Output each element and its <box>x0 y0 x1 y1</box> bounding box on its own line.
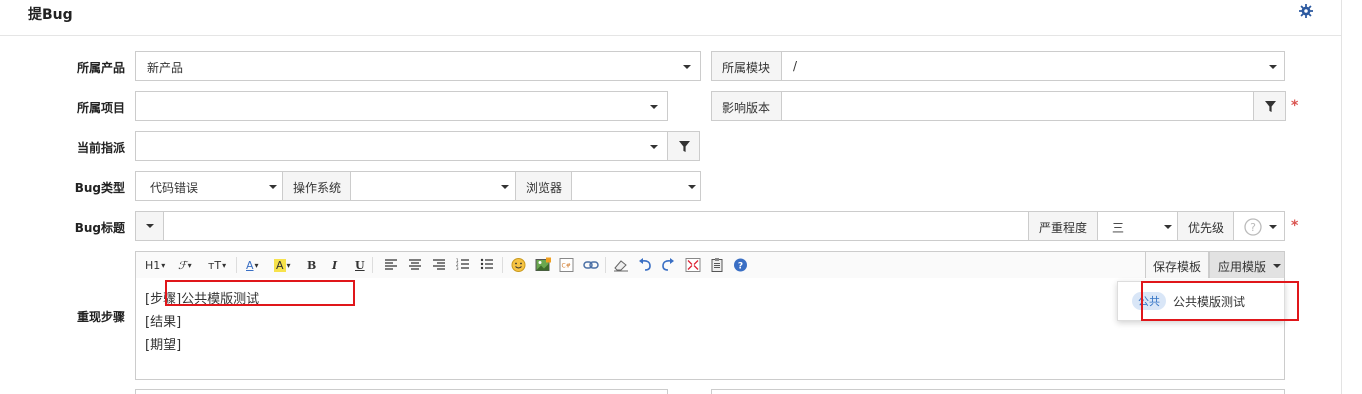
image-icon[interactable] <box>535 256 551 274</box>
severity-value: 三 <box>1112 221 1125 235</box>
editor-toolbar: H1 ▾ ℱ ▾ тT ▾ A ▾ A ▾ B I U 123 C# ? <box>135 251 1285 279</box>
bugtitle-input[interactable] <box>163 211 1029 241</box>
divider <box>236 257 237 273</box>
font-color-button[interactable]: A ▾ <box>246 256 259 274</box>
highlight-button[interactable]: A ▾ <box>274 256 291 274</box>
undo-icon[interactable] <box>638 256 652 274</box>
svg-text:C#: C# <box>562 263 571 270</box>
font-family-button[interactable]: ℱ ▾ <box>178 256 192 274</box>
chevron-down-icon <box>269 185 277 189</box>
redo-icon[interactable] <box>661 256 675 274</box>
question-circle-icon: ? <box>1244 218 1262 236</box>
build-filter-button[interactable] <box>1253 91 1286 121</box>
gear-icon[interactable] <box>1299 4 1313 18</box>
svg-text:?: ? <box>738 262 743 272</box>
title-color-button[interactable] <box>135 211 164 241</box>
steps-label: 重现步骤 <box>76 310 125 324</box>
next-field <box>135 389 668 394</box>
chevron-down-icon <box>1269 225 1277 229</box>
chevron-down-icon <box>688 185 696 189</box>
browser-label: 浏览器 <box>526 181 563 195</box>
product-value: 新产品 <box>147 61 184 75</box>
module-select[interactable]: / <box>781 51 1285 81</box>
priority-label: 优先级 <box>1188 221 1225 235</box>
module-label: 所属模块 <box>722 61 771 75</box>
align-left-icon[interactable] <box>384 256 398 274</box>
fullscreen-icon[interactable] <box>685 256 701 274</box>
page-header: 提Bug <box>0 0 1341 36</box>
os-addon: 操作系统 <box>282 171 351 201</box>
chevron-down-icon <box>501 185 509 189</box>
priority-select[interactable]: ? <box>1233 211 1285 241</box>
highlight-box <box>165 280 355 306</box>
scroll-edge <box>1341 0 1342 394</box>
os-select[interactable] <box>350 171 516 201</box>
module-value: / <box>793 59 798 73</box>
chevron-down-icon <box>650 105 658 109</box>
editor-line: [结果] <box>145 315 182 330</box>
bugtype-select[interactable]: 代码错误 <box>135 171 283 201</box>
build-addon: 影响版本 <box>711 91 782 121</box>
product-select[interactable]: 新产品 <box>135 51 701 81</box>
align-center-icon[interactable] <box>408 256 422 274</box>
heading-button[interactable]: H1 ▾ <box>145 256 165 274</box>
product-label: 所属产品 <box>76 61 125 75</box>
eraser-icon[interactable] <box>613 256 629 274</box>
assign-filter-button[interactable] <box>667 131 700 161</box>
os-label: 操作系统 <box>293 181 342 195</box>
help-icon[interactable]: ? <box>733 256 748 274</box>
code-icon[interactable]: C# <box>559 256 574 274</box>
bug-create-page: 提Bug 所属产品 新产品 所属模块 / 所属项目 影响版本 * 当前指派 Bu… <box>0 0 1362 394</box>
severity-addon: 严重程度 <box>1028 211 1098 241</box>
bugtype-value: 代码错误 <box>150 181 199 195</box>
chevron-down-icon <box>1164 225 1172 229</box>
svg-text:3: 3 <box>456 266 459 271</box>
severity-label: 严重程度 <box>1039 221 1088 235</box>
ordered-list-icon[interactable]: 123 <box>456 256 470 274</box>
priority-addon: 优先级 <box>1177 211 1234 241</box>
apply-template-button[interactable]: 应用模版 <box>1209 251 1285 279</box>
bugtitle-label: Bug标题 <box>74 221 125 235</box>
chevron-down-icon <box>1269 65 1277 69</box>
required-mark: * <box>1291 218 1299 234</box>
module-addon: 所属模块 <box>711 51 782 81</box>
priority-value: ? <box>1250 221 1256 234</box>
severity-select[interactable]: 三 <box>1097 211 1178 241</box>
browser-addon: 浏览器 <box>515 171 572 201</box>
paste-icon[interactable] <box>710 256 725 274</box>
underline-button[interactable]: U <box>355 256 365 274</box>
italic-button[interactable]: I <box>332 256 337 274</box>
page-title: 提Bug <box>28 7 73 23</box>
chevron-down-icon <box>650 145 658 149</box>
browser-select[interactable] <box>571 171 701 201</box>
unordered-list-icon[interactable] <box>480 256 494 274</box>
save-template-button[interactable]: 保存模板 <box>1145 251 1209 279</box>
next-field <box>711 389 1285 394</box>
bugtype-label: Bug类型 <box>74 181 125 195</box>
divider <box>502 257 503 273</box>
build-label: 影响版本 <box>722 101 771 115</box>
bold-button[interactable]: B <box>307 256 316 274</box>
filter-icon <box>679 141 690 152</box>
divider <box>372 257 373 273</box>
chevron-down-icon <box>146 224 154 228</box>
build-select[interactable] <box>781 91 1255 121</box>
assign-label: 当前指派 <box>76 141 125 155</box>
chevron-down-icon <box>1273 264 1281 268</box>
project-label: 所属项目 <box>76 101 125 115</box>
emoji-icon[interactable] <box>511 256 526 274</box>
font-size-button[interactable]: тT ▾ <box>208 256 226 274</box>
editor-line: [期望] <box>145 338 182 353</box>
assign-select[interactable] <box>135 131 668 161</box>
filter-icon <box>1265 101 1276 112</box>
divider <box>605 257 606 273</box>
highlight-box <box>1141 281 1299 321</box>
project-select[interactable] <box>135 91 668 121</box>
link-icon[interactable] <box>583 256 599 274</box>
chevron-down-icon <box>683 65 691 69</box>
align-right-icon[interactable] <box>432 256 446 274</box>
required-mark: * <box>1291 98 1299 114</box>
